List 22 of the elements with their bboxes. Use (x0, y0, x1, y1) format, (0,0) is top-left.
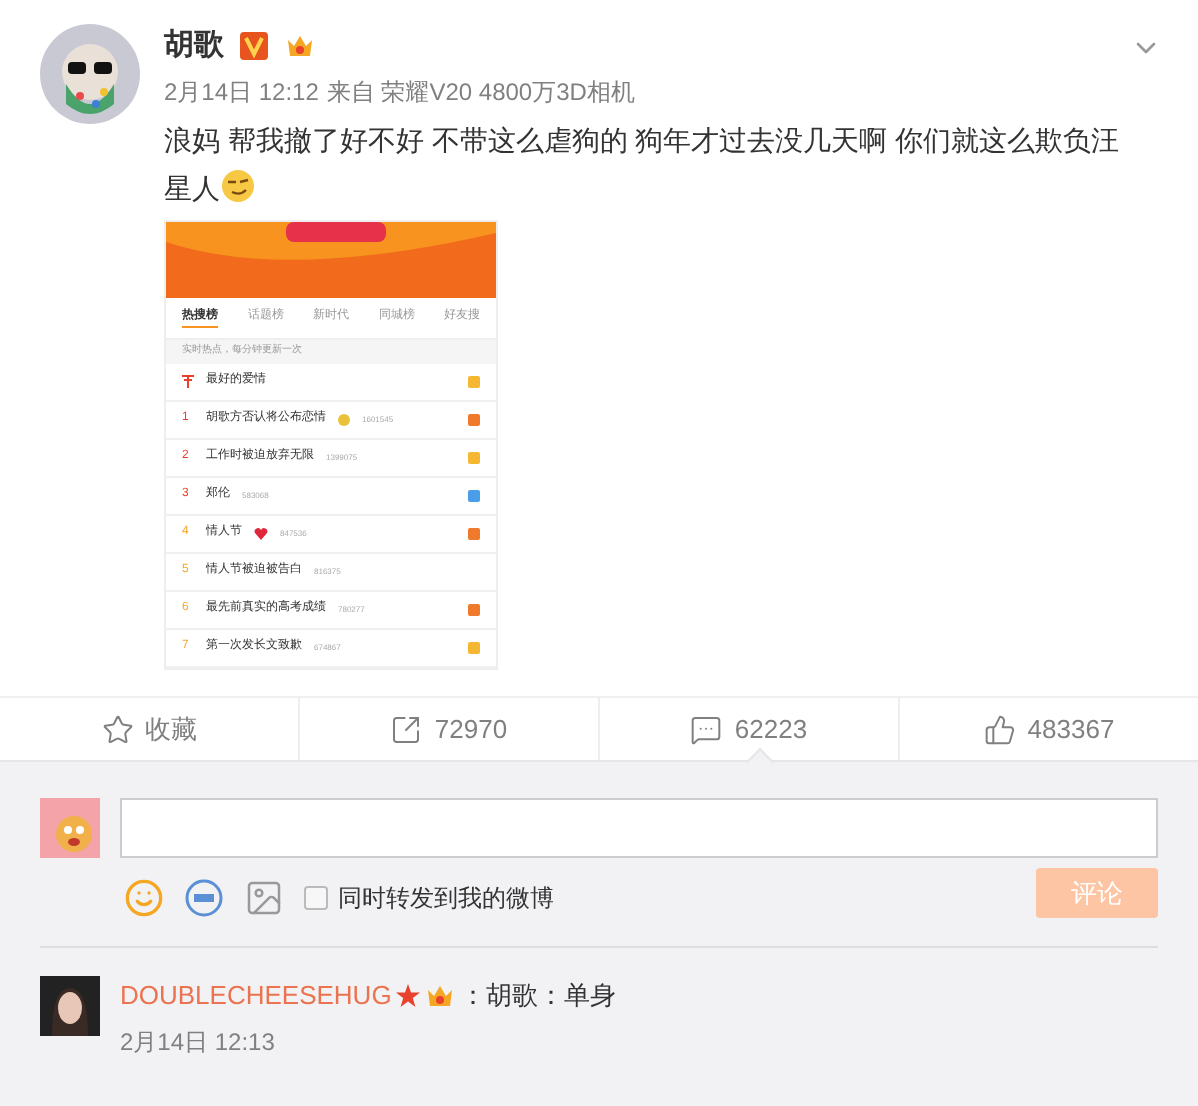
author-name[interactable]: 胡歌 (164, 23, 224, 69)
verified-icon (240, 32, 268, 60)
thumbs-up-icon (983, 713, 1016, 745)
comment-input[interactable] (120, 798, 1158, 858)
comment-text: ：胡歌：单身 (459, 978, 616, 1014)
smirk-emoji-icon (220, 168, 256, 204)
pin-icon (182, 374, 194, 389)
comment-icon (690, 713, 723, 745)
comment-time: 2月14日 12:13 (120, 1025, 277, 1059)
commenter-avatar[interactable] (40, 976, 100, 1036)
user-avatar (40, 798, 100, 858)
repost-label: 同时转发到我的微博 (338, 881, 554, 915)
post-text: 浪妈 帮我撤了好不好 不带这么虐狗的 狗年才过去没几天啊 你们就这么欺负汪星人 (164, 122, 1122, 208)
star-icon (395, 983, 420, 1008)
heart-icon (254, 527, 268, 540)
share-icon (390, 713, 423, 745)
star-icon (101, 713, 133, 745)
avatar[interactable] (40, 24, 140, 124)
post-time[interactable]: 2月14日 12:12 (164, 74, 319, 110)
post-source: 来自 荣耀V20 4800万3D相机 (326, 76, 635, 110)
image-icon[interactable] (244, 877, 284, 917)
action-button[interactable]: 收藏 (0, 698, 298, 760)
